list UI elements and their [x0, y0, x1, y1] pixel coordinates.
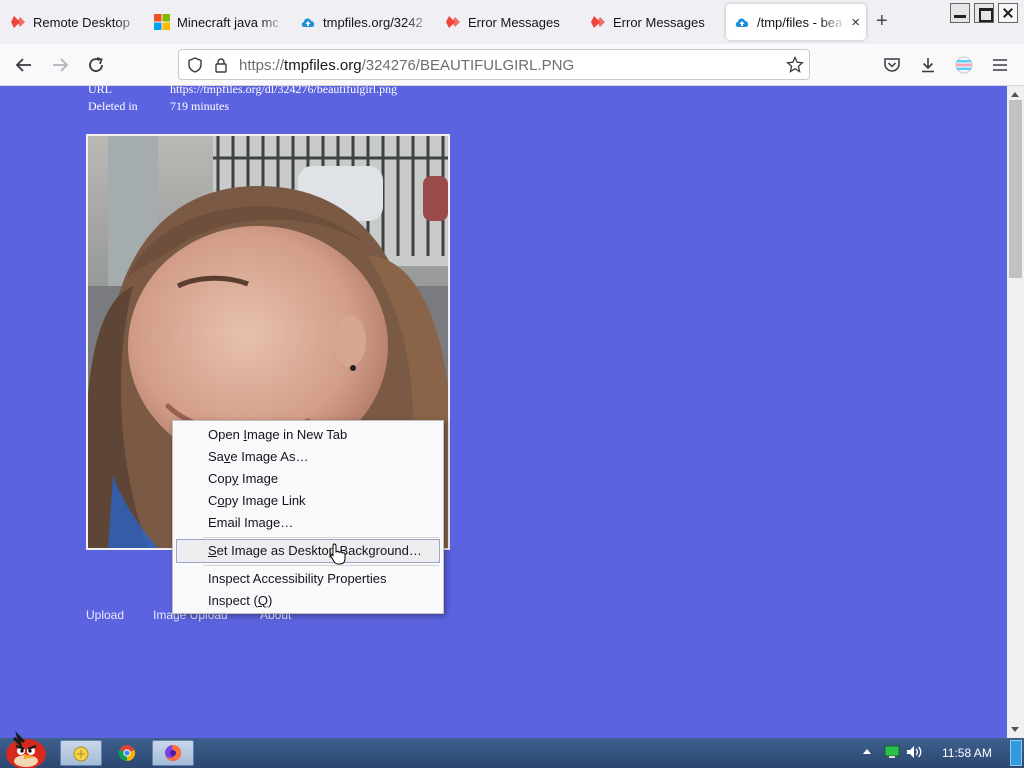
tab-label: Error Messages: [613, 14, 705, 30]
new-tab-button[interactable]: +: [876, 10, 888, 33]
anydesk-icon: [11, 16, 25, 28]
cloud-upload-icon: [735, 18, 749, 27]
close-window-button[interactable]: [998, 3, 1018, 23]
forward-button[interactable]: [48, 53, 72, 77]
minimize-button[interactable]: [950, 3, 970, 23]
menu-inspect-accessibility[interactable]: Inspect Accessibility Properties: [177, 568, 439, 590]
meta-url-value[interactable]: https://tmpfiles.org/dl/324276/beautiful…: [170, 86, 397, 97]
menu-copy-image-link[interactable]: Copy Image Link: [177, 490, 439, 512]
padlock-icon[interactable]: [209, 53, 233, 77]
menu-separator: [203, 537, 439, 538]
forward-arrow-icon: [53, 58, 69, 72]
scroll-down-arrow-icon[interactable]: [1011, 727, 1019, 732]
pocket-button[interactable]: [880, 53, 904, 77]
url-text[interactable]: https://tmpfiles.org/324276/BEAUTIFULGIR…: [239, 57, 574, 74]
tab-error-messages-2[interactable]: Error Messages: [582, 4, 722, 40]
tab-minecraft[interactable]: Minecraft java mo: [146, 4, 286, 40]
menu-separator: [203, 565, 439, 566]
taskbar: 11:58 AM: [0, 731, 1024, 768]
hand-cursor-icon: [330, 543, 346, 565]
account-avatar-icon: [955, 56, 973, 74]
url-host: tmpfiles.org: [284, 57, 362, 74]
url-scheme: https://: [239, 57, 285, 74]
taskbar-firefox[interactable]: [152, 740, 194, 766]
reload-icon: [89, 57, 103, 72]
url-bar[interactable]: https://tmpfiles.org/324276/BEAUTIFULGIR…: [178, 49, 810, 80]
cloud-upload-icon: [301, 18, 315, 27]
menu-open-image-new-tab[interactable]: Open Image in New Tab: [177, 424, 439, 446]
navigation-toolbar: https://tmpfiles.org/324276/BEAUTIFULGIR…: [0, 44, 1024, 86]
back-arrow-icon: [15, 58, 31, 72]
maximize-button[interactable]: [974, 3, 994, 23]
footer-link-upload[interactable]: Upload: [86, 608, 124, 622]
tab-error-messages-1[interactable]: Error Messages: [437, 4, 577, 40]
show-desktop-button[interactable]: [1010, 740, 1022, 766]
download-icon: [922, 58, 934, 73]
meta-deleted-label: Deleted in: [88, 99, 138, 113]
microsoft-icon: [154, 14, 170, 30]
meta-deleted-value: 719 minutes: [170, 99, 229, 113]
reload-button[interactable]: [84, 53, 108, 77]
anydesk-icon: [446, 16, 460, 28]
network-icon[interactable]: [884, 745, 900, 759]
tray-show-hidden-icons[interactable]: [862, 745, 872, 759]
scroll-thumb[interactable]: [1009, 100, 1022, 278]
volume-icon[interactable]: [906, 745, 924, 759]
tab-tmp-files-active[interactable]: /tmp/files - bea ×: [726, 4, 866, 40]
anydesk-icon: [591, 16, 605, 28]
tracking-protection-shield-icon[interactable]: [183, 53, 207, 77]
tab-tmpfiles[interactable]: tmpfiles.org/3242: [292, 4, 432, 40]
menu-inspect[interactable]: Inspect (Q): [177, 590, 439, 612]
vertical-scrollbar[interactable]: [1007, 86, 1024, 738]
bookmark-star-icon[interactable]: [783, 53, 807, 77]
menu-email-image[interactable]: Email Image…: [177, 512, 439, 534]
downloads-button[interactable]: [916, 53, 940, 77]
page-content: URL https://tmpfiles.org/dl/324276/beaut…: [0, 86, 1007, 738]
back-button[interactable]: [12, 53, 36, 77]
tab-remote-desktop[interactable]: Remote Desktop: [2, 4, 142, 40]
firefox-icon: [165, 744, 182, 761]
url-path: /324276/BEAUTIFULGIRL.PNG: [361, 57, 575, 74]
scroll-up-arrow-icon[interactable]: [1011, 92, 1019, 97]
taskbar-clock[interactable]: 11:58 AM: [942, 746, 992, 760]
menu-save-image-as[interactable]: Save Image As…: [177, 446, 439, 468]
meta-url-label: URL: [88, 86, 112, 96]
start-button-angry-bird-icon[interactable]: [2, 730, 48, 768]
hamburger-menu-icon: [993, 59, 1007, 71]
app-menu-button[interactable]: [988, 53, 1012, 77]
chrome-icon: [118, 745, 136, 762]
image-context-menu: Open Image in New Tab Save Image As… Cop…: [172, 420, 444, 614]
pocket-icon: [884, 58, 900, 72]
tab-strip: Remote Desktop Minecraft java mo tmpfile…: [0, 0, 1024, 44]
tab-label: Error Messages: [468, 14, 560, 30]
tab-close-icon[interactable]: ×: [851, 14, 860, 31]
account-button[interactable]: [952, 53, 976, 77]
taskbar-file-explorer[interactable]: [60, 740, 102, 766]
menu-set-desktop-background[interactable]: Set Image as Desktop Background…: [176, 539, 440, 563]
menu-copy-image[interactable]: Copy Image: [177, 468, 439, 490]
folder-icon: [73, 746, 89, 762]
taskbar-chrome[interactable]: [106, 740, 148, 766]
